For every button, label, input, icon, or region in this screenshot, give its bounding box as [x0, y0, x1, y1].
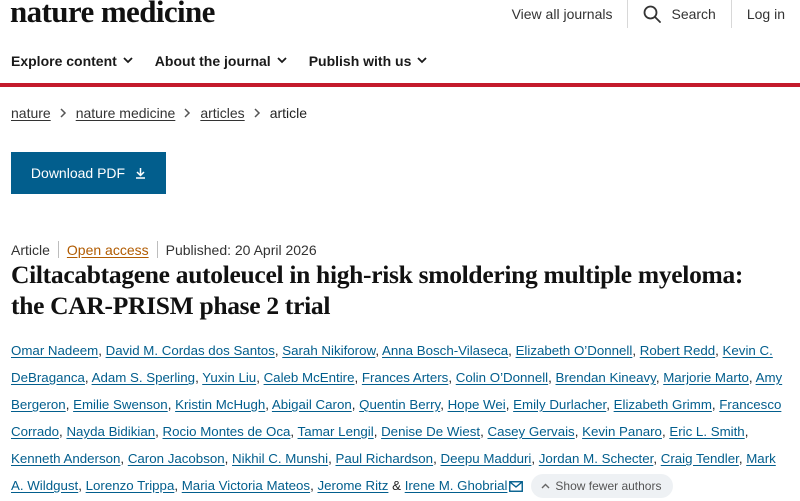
author-list: Omar Nadeem, David M. Cordas dos Santos,…: [11, 337, 791, 499]
author-link[interactable]: Hope Wei: [448, 397, 506, 412]
article-title: Ciltacabtagene autoleucel in high-risk s…: [11, 260, 744, 320]
author-link[interactable]: Colin O’Donnell: [456, 370, 548, 385]
top-links: View all journals Search Log in: [497, 0, 800, 28]
download-label: Download PDF: [30, 165, 126, 181]
author-link[interactable]: Frances Arters: [362, 370, 448, 385]
breadcrumb: nature nature medicine articles article: [11, 105, 307, 121]
top-bar: nature medicine View all journals Search…: [0, 0, 800, 34]
author-link[interactable]: Eric L. Smith: [669, 424, 744, 439]
chevron-down-icon: [277, 57, 287, 64]
author-link[interactable]: Jerome Ritz: [317, 478, 388, 493]
nav-label: Publish with us: [308, 52, 412, 69]
open-access-link[interactable]: Open access: [67, 242, 149, 258]
author-link[interactable]: Irene M. Ghobrial: [405, 478, 508, 493]
author-link[interactable]: Nikhil C. Munshi: [232, 451, 328, 466]
author-link[interactable]: Brendan Kineavy: [556, 370, 656, 385]
author-link[interactable]: Kenneth Anderson: [11, 451, 120, 466]
author-link[interactable]: Emilie Swenson: [73, 397, 168, 412]
author-link[interactable]: Sarah Nikiforow: [282, 343, 375, 358]
author-link[interactable]: Casey Gervais: [488, 424, 575, 439]
author-link[interactable]: Yuxin Liu: [202, 370, 256, 385]
show-fewer-authors-button[interactable]: Show fewer authors: [531, 474, 674, 498]
author-link[interactable]: Emily Durlacher: [513, 397, 606, 412]
published-date: Published: 20 April 2026: [165, 241, 317, 258]
search-icon: [644, 5, 662, 23]
author-link[interactable]: Elizabeth Grimm: [614, 397, 712, 412]
search-label: Search: [671, 6, 716, 22]
article-type: Article: [11, 241, 50, 258]
breadcrumb-articles[interactable]: articles: [200, 105, 244, 121]
accent-divider: [0, 83, 800, 87]
author-link[interactable]: Tamar Lengil: [298, 424, 374, 439]
author-link[interactable]: Caron Jacobson: [128, 451, 225, 466]
author-link[interactable]: Anna Bosch-Vilaseca: [382, 343, 508, 358]
author-link[interactable]: Kevin Panaro: [582, 424, 662, 439]
author-link[interactable]: Rocio Montes de Oca: [163, 424, 291, 439]
nav-label: About the journal: [154, 52, 271, 69]
view-all-journals-link[interactable]: View all journals: [497, 0, 628, 28]
breadcrumb-nature[interactable]: nature: [11, 105, 51, 121]
journal-logo[interactable]: nature medicine: [10, 0, 215, 30]
author-link[interactable]: Lorenzo Trippa: [86, 478, 175, 493]
author-link[interactable]: Paul Richardson: [336, 451, 434, 466]
author-link[interactable]: Caleb McEntire: [264, 370, 355, 385]
author-link[interactable]: Robert Redd: [640, 343, 715, 358]
divider: [156, 241, 158, 258]
author-link[interactable]: Marjorie Marto: [663, 370, 749, 385]
mail-icon[interactable]: [509, 481, 524, 492]
author-conjunction: &: [392, 478, 401, 493]
nav-label: Explore content: [11, 52, 117, 69]
divider: [57, 241, 59, 258]
login-link[interactable]: Log in: [732, 0, 800, 28]
show-fewer-label: Show fewer authors: [555, 479, 662, 493]
nav-about-journal[interactable]: About the journal: [155, 53, 287, 69]
breadcrumb-current: article: [269, 105, 308, 121]
chevron-right-icon: [184, 108, 191, 118]
author-link[interactable]: David M. Cordas dos Santos: [106, 343, 275, 358]
author-link[interactable]: Nayda Bidikian: [66, 424, 155, 439]
author-link[interactable]: Quentin Berry: [359, 397, 440, 412]
author-link[interactable]: Maria Victoria Mateos: [182, 478, 310, 493]
search-button[interactable]: Search: [628, 0, 730, 28]
chevron-down-icon: [123, 57, 133, 64]
author-link[interactable]: Jordan M. Schecter: [539, 451, 654, 466]
breadcrumb-nature-medicine[interactable]: nature medicine: [76, 105, 176, 121]
article-meta: Article Open access Published: 20 April …: [11, 241, 317, 258]
author-link[interactable]: Deepu Madduri: [440, 451, 531, 466]
chevron-right-icon: [254, 108, 261, 118]
author-link[interactable]: Omar Nadeem: [11, 343, 98, 358]
chevron-down-icon: [417, 57, 427, 64]
download-icon: [136, 168, 146, 179]
nav-publish-with-us[interactable]: Publish with us: [309, 53, 428, 69]
author-link[interactable]: Kristin McHugh: [175, 397, 265, 412]
download-pdf-button[interactable]: Download PDF: [11, 152, 166, 194]
author-link[interactable]: Abigail Caron: [272, 397, 352, 412]
nav-explore-content[interactable]: Explore content: [11, 53, 133, 69]
author-link[interactable]: Adam S. Sperling: [92, 370, 195, 385]
author-link[interactable]: Craig Tendler: [661, 451, 739, 466]
chevron-right-icon: [60, 108, 67, 118]
author-link[interactable]: Elizabeth O’Donnell: [516, 343, 633, 358]
author-link[interactable]: Denise De Wiest: [381, 424, 480, 439]
main-nav: Explore content About the journal Publis…: [0, 44, 438, 77]
chevron-up-icon: [541, 483, 550, 489]
